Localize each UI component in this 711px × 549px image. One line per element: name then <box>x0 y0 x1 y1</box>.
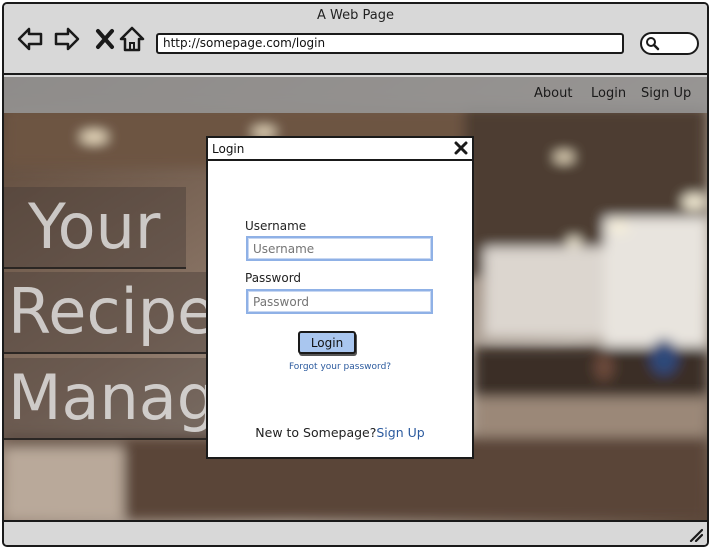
forward-arrow-icon[interactable] <box>53 25 81 53</box>
hero-text-line-3: Manag <box>4 358 208 440</box>
login-button[interactable]: Login <box>298 331 356 354</box>
search-box[interactable] <box>640 32 699 55</box>
username-label: Username <box>245 219 307 233</box>
resize-grip-icon[interactable] <box>687 526 703 542</box>
nav-signup-link[interactable]: Sign Up <box>641 86 691 101</box>
address-bar[interactable]: http://somepage.com/login <box>156 33 624 54</box>
back-arrow-icon[interactable] <box>16 25 44 53</box>
search-icon <box>646 37 660 51</box>
forgot-password-link[interactable]: Forgot your password? <box>208 362 472 372</box>
signup-prompt-text: New to Somepage? <box>255 425 377 440</box>
dialog-header: Login <box>208 138 472 161</box>
password-field[interactable] <box>246 289 433 314</box>
hero-text-line-1: Your <box>4 187 186 269</box>
hero-text-line-2: Recipe <box>4 272 208 354</box>
signup-prompt-row: New to Somepage?Sign Up <box>208 425 472 440</box>
nav-login-link[interactable]: Login <box>591 86 626 101</box>
nav-about-link[interactable]: About <box>534 86 572 101</box>
window-title: A Web Page <box>317 8 394 23</box>
dialog-title: Login <box>212 142 245 156</box>
password-label: Password <box>245 271 302 285</box>
status-bar <box>4 520 707 545</box>
home-icon[interactable] <box>118 25 146 53</box>
login-dialog: Login Username Password Login Forgot you… <box>206 136 474 459</box>
top-navigation: About Login Sign Up <box>4 77 707 113</box>
username-field[interactable] <box>246 236 433 261</box>
signup-link[interactable]: Sign Up <box>376 425 424 440</box>
close-icon[interactable] <box>454 141 468 155</box>
page-viewport: About Login Sign Up Your Recipe Manag Lo… <box>4 77 707 520</box>
browser-window: A Web Page http://somepage.com/login Abo… <box>2 2 709 547</box>
stop-icon[interactable] <box>91 25 119 53</box>
browser-chrome: A Web Page http://somepage.com/login <box>4 4 707 75</box>
